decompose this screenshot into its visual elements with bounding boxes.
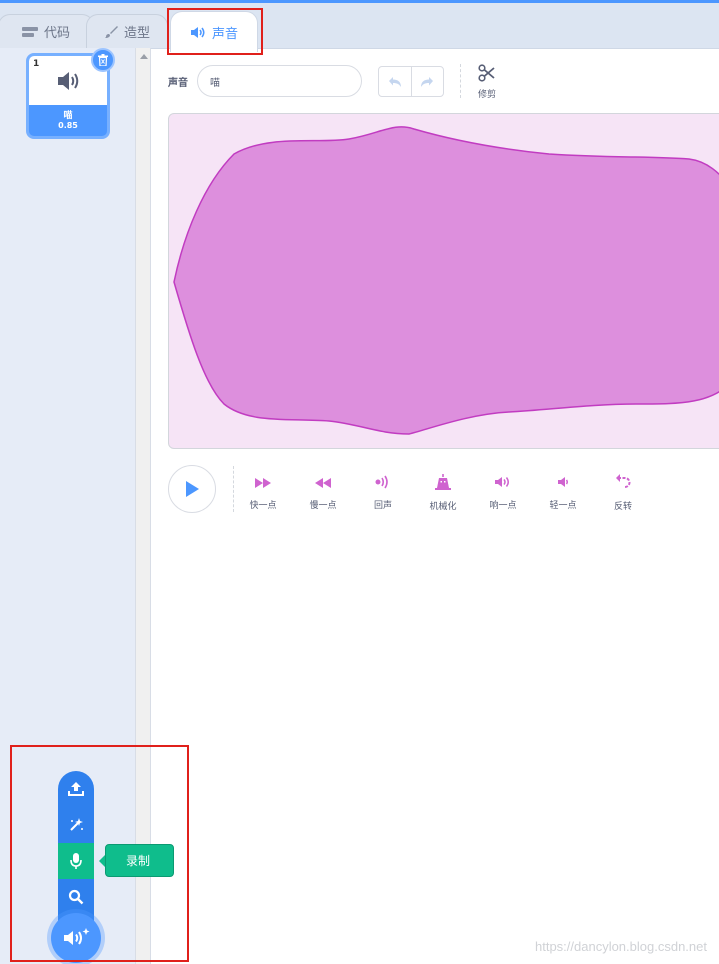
trim-label: 修剪 bbox=[477, 90, 496, 100]
speaker-icon bbox=[190, 26, 205, 38]
fast-forward-icon bbox=[255, 478, 271, 488]
undo-icon bbox=[388, 76, 401, 87]
sound-name-label: 声音 bbox=[168, 78, 188, 89]
upload-icon bbox=[68, 782, 84, 796]
watermark-text: https://dancylon.blog.csdn.net bbox=[534, 939, 707, 954]
surprise-icon bbox=[70, 818, 83, 831]
choose-sound-button[interactable] bbox=[58, 879, 94, 915]
upload-sound-button[interactable] bbox=[58, 771, 94, 807]
effect-robot-button[interactable]: 机械化 bbox=[418, 474, 468, 512]
effect-label: 反转 bbox=[613, 502, 632, 512]
effect-reverse-button[interactable]: 反转 bbox=[598, 474, 648, 512]
search-icon bbox=[68, 889, 84, 905]
trim-button[interactable]: 修剪 bbox=[473, 64, 501, 100]
add-sound-button[interactable] bbox=[51, 913, 101, 963]
undo-redo-group bbox=[378, 66, 444, 97]
redo-button[interactable] bbox=[410, 67, 444, 96]
rewind-icon bbox=[315, 478, 331, 488]
sound-duration: 0.85 bbox=[58, 121, 78, 130]
add-sound-icon bbox=[64, 928, 90, 945]
robot-icon bbox=[435, 474, 451, 490]
sound-list-item[interactable]: 1 喵 0.85 bbox=[26, 48, 115, 139]
play-icon bbox=[186, 481, 199, 497]
tab-sounds-label: 声音 bbox=[211, 26, 238, 42]
record-sound-button[interactable] bbox=[58, 843, 94, 879]
tab-sounds[interactable]: 声音 bbox=[170, 11, 258, 52]
editor-tab-bar: 代码 造型 声音 bbox=[0, 3, 719, 52]
waveform-shape bbox=[173, 126, 719, 435]
effect-echo-button[interactable]: 回声 bbox=[358, 474, 408, 511]
effect-label: 响一点 bbox=[489, 501, 517, 511]
tab-code-label: 代码 bbox=[43, 26, 70, 41]
paintbrush-icon bbox=[104, 25, 118, 38]
undo-button[interactable] bbox=[379, 67, 411, 96]
effect-label: 机械化 bbox=[429, 502, 457, 512]
delete-sound-button[interactable] bbox=[91, 48, 115, 72]
tab-costumes[interactable]: 造型 bbox=[86, 14, 168, 48]
effect-softer-button[interactable]: 轻一点 bbox=[538, 474, 588, 511]
effect-label: 轻一点 bbox=[549, 501, 577, 511]
play-sound-button[interactable] bbox=[168, 465, 216, 513]
volume-up-icon bbox=[495, 477, 509, 487]
effect-louder-button[interactable]: 响一点 bbox=[478, 474, 528, 511]
effect-label: 慢一点 bbox=[309, 501, 337, 511]
effect-label: 快一点 bbox=[249, 501, 277, 511]
effect-slower-button[interactable]: 慢一点 bbox=[298, 474, 348, 511]
code-blocks-icon bbox=[21, 26, 38, 37]
sound-name: 喵 bbox=[63, 111, 73, 121]
reverse-icon bbox=[616, 474, 631, 488]
sound-list-scrollbar[interactable] bbox=[135, 48, 151, 964]
toolbar-divider bbox=[460, 64, 461, 98]
volume-down-icon bbox=[558, 477, 568, 487]
effect-faster-button[interactable]: 快一点 bbox=[238, 474, 288, 511]
tab-costumes-label: 造型 bbox=[123, 26, 150, 41]
sound-name-field[interactable] bbox=[197, 65, 362, 97]
scroll-up-arrow-icon[interactable] bbox=[140, 54, 148, 59]
record-tooltip: 录制 bbox=[105, 844, 174, 877]
tab-code[interactable]: 代码 bbox=[0, 14, 94, 48]
echo-icon bbox=[375, 475, 388, 489]
effects-divider bbox=[233, 466, 234, 512]
redo-icon bbox=[421, 76, 434, 87]
surprise-sound-button[interactable] bbox=[58, 807, 94, 843]
effect-label: 回声 bbox=[373, 501, 392, 511]
scissors-icon bbox=[478, 64, 495, 82]
trash-icon bbox=[98, 54, 108, 66]
waveform-editor[interactable] bbox=[168, 113, 719, 449]
sound-index: 1 bbox=[33, 59, 40, 69]
speaker-icon bbox=[58, 72, 79, 90]
microphone-icon bbox=[70, 853, 82, 869]
